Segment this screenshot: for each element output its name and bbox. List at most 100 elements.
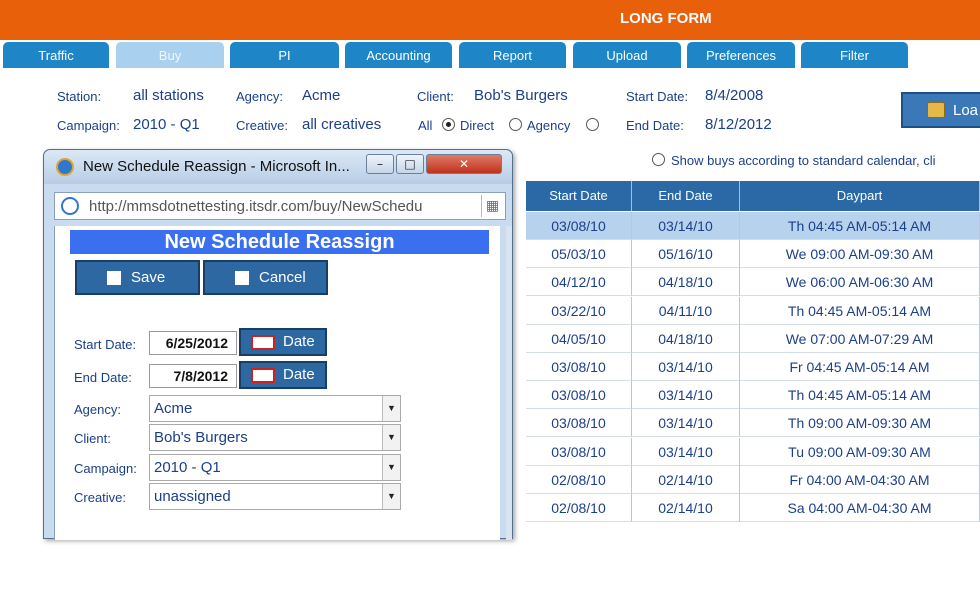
popup-campaign-label: Campaign: — [74, 461, 137, 476]
chevron-down-icon[interactable]: ▼ — [382, 396, 400, 421]
mode-agency-label: Agency — [527, 118, 571, 133]
table-cell-daypart[interactable]: We 09:00 AM-09:30 AM — [740, 240, 980, 269]
tab-filter[interactable]: Filter — [801, 42, 908, 68]
agency-select[interactable]: Acme ▼ — [149, 395, 401, 422]
table-cell-start-date[interactable]: 02/08/10 — [526, 494, 632, 522]
table-cell-daypart[interactable]: Th 04:45 AM-05:14 AM — [740, 381, 980, 410]
table-cell-daypart[interactable]: Tu 09:00 AM-09:30 AM — [740, 437, 980, 466]
table-cell-end-date[interactable]: 03/14/10 — [632, 212, 740, 240]
tab-upload[interactable]: Upload — [573, 42, 681, 68]
tab-traffic[interactable]: Traffic — [3, 42, 109, 68]
end-date-input[interactable]: 7/8/2012 — [149, 364, 237, 388]
station-label: Station: — [57, 89, 102, 104]
table-cell-daypart[interactable]: Fr 04:00 AM-04:30 AM — [740, 465, 980, 494]
table-cell-end-date[interactable]: 05/16/10 — [632, 240, 740, 269]
popup-end-label: End Date: — [74, 370, 132, 385]
mode-direct-label: Direct — [460, 118, 494, 133]
table-cell-end-date[interactable]: 04/18/10 — [632, 268, 740, 297]
radio-all[interactable] — [586, 118, 599, 131]
calendar-radio[interactable] — [652, 153, 665, 166]
table-cell-end-date[interactable]: 03/14/10 — [632, 409, 740, 438]
campaign-select[interactable]: 2010 - Q1 ▼ — [149, 454, 401, 481]
table-cell-daypart[interactable]: Th 04:45 AM-05:14 AM — [740, 212, 980, 240]
start-date-label: Start Date: — [626, 89, 689, 104]
table-cell-daypart[interactable]: We 06:00 AM-06:30 AM — [740, 268, 980, 297]
radio-direct[interactable] — [442, 118, 455, 131]
table-cell-end-date[interactable]: 03/14/10 — [632, 437, 740, 466]
save-icon — [107, 271, 121, 285]
client-label: Client: — [417, 89, 454, 104]
popup-start-label: Start Date: — [74, 337, 137, 352]
table-cell-end-date[interactable]: 02/14/10 — [632, 494, 740, 522]
tab-report[interactable]: Report — [459, 42, 566, 68]
radio-agency[interactable] — [509, 118, 522, 131]
table-cell-start-date[interactable]: 03/08/10 — [526, 212, 632, 240]
cancel-label: Cancel — [259, 269, 306, 286]
client-value: Bob's Burgers — [474, 87, 568, 104]
table-cell-daypart[interactable]: Th 09:00 AM-09:30 AM — [740, 409, 980, 438]
end-date-label: End Date: — [626, 118, 684, 133]
start-date-picker[interactable]: Date — [239, 328, 327, 356]
agency-label: Agency: — [236, 89, 283, 104]
tab-buy[interactable]: Buy — [116, 42, 224, 68]
date-button-label: Date — [283, 366, 315, 383]
start-date-input[interactable]: 6/25/2012 — [149, 331, 237, 355]
tab-preferences[interactable]: Preferences — [687, 42, 795, 68]
table-cell-end-date[interactable]: 03/14/10 — [632, 381, 740, 410]
table-cell-start-date[interactable]: 03/08/10 — [526, 381, 632, 410]
popup-titlebar[interactable]: New Schedule Reassign - Microsoft In... … — [44, 150, 512, 184]
address-bar[interactable]: http://mmsdotnettesting.itsdr.com/buy/Ne… — [54, 192, 506, 220]
column-header-end-date[interactable]: End Date — [632, 181, 740, 211]
table-cell-start-date[interactable]: 05/03/10 — [526, 240, 632, 269]
agency-value: Acme — [302, 87, 341, 104]
table-cell-daypart[interactable]: We 07:00 AM-07:29 AM — [740, 324, 980, 353]
app-header: LONG FORM — [0, 0, 980, 40]
table-cell-start-date[interactable]: 04/05/10 — [526, 324, 632, 353]
table-cell-daypart[interactable]: Fr 04:45 AM-05:14 AM — [740, 353, 980, 381]
table-cell-daypart[interactable]: Th 04:45 AM-05:14 AM — [740, 296, 980, 325]
client-select[interactable]: Bob's Burgers ▼ — [149, 424, 401, 451]
url-text: http://mmsdotnettesting.itsdr.com/buy/Ne… — [89, 198, 423, 215]
save-label: Save — [131, 269, 166, 286]
table-cell-start-date[interactable]: 04/12/10 — [526, 268, 632, 297]
ie-icon — [56, 158, 74, 176]
date-button-label: Date — [283, 333, 315, 350]
column-header-daypart[interactable]: Daypart — [740, 181, 980, 211]
popup-window: New Schedule Reassign - Microsoft In... … — [43, 149, 513, 540]
tab-pi[interactable]: PI — [230, 42, 339, 68]
table-cell-start-date[interactable]: 03/08/10 — [526, 409, 632, 438]
popup-client-label: Client: — [74, 431, 111, 446]
table-cell-end-date[interactable]: 03/14/10 — [632, 353, 740, 381]
table-cell-start-date[interactable]: 03/08/10 — [526, 437, 632, 466]
save-button[interactable]: Save — [75, 260, 200, 295]
creative-value: all creatives — [302, 116, 382, 133]
creative-select-value: unassigned — [154, 488, 231, 505]
table-cell-daypart[interactable]: Sa 04:00 AM-04:30 AM — [740, 494, 980, 522]
chevron-down-icon[interactable]: ▼ — [382, 484, 400, 509]
chevron-down-icon[interactable]: ▼ — [382, 425, 400, 450]
popup-scrollbar[interactable] — [506, 226, 512, 540]
chevron-down-icon[interactable]: ▼ — [382, 455, 400, 480]
creative-select[interactable]: unassigned ▼ — [149, 483, 401, 510]
table-cell-start-date[interactable]: 03/22/10 — [526, 296, 632, 325]
end-date-picker[interactable]: Date — [239, 361, 327, 389]
end-date-value: 8/12/2012 — [705, 116, 772, 133]
minimize-button[interactable]: – — [366, 154, 394, 174]
load-icon — [927, 102, 945, 118]
load-button[interactable]: Loa — [901, 92, 980, 128]
table-cell-start-date[interactable]: 02/08/10 — [526, 465, 632, 494]
table-cell-end-date[interactable]: 04/11/10 — [632, 296, 740, 325]
table-cell-start-date[interactable]: 03/08/10 — [526, 353, 632, 381]
cancel-icon — [235, 271, 249, 285]
compat-icon[interactable]: ▦ — [481, 195, 503, 217]
tab-accounting[interactable]: Accounting — [345, 42, 452, 68]
page-title: LONG FORM — [620, 10, 712, 27]
mode-all-label: All — [418, 118, 433, 133]
cancel-button[interactable]: Cancel — [203, 260, 328, 295]
table-cell-end-date[interactable]: 04/18/10 — [632, 324, 740, 353]
column-header-start-date[interactable]: Start Date — [526, 181, 632, 211]
maximize-button[interactable]: □ — [396, 154, 424, 174]
close-button[interactable]: ✕ — [426, 154, 502, 174]
table-cell-end-date[interactable]: 02/14/10 — [632, 465, 740, 494]
calendar-icon — [251, 368, 275, 383]
